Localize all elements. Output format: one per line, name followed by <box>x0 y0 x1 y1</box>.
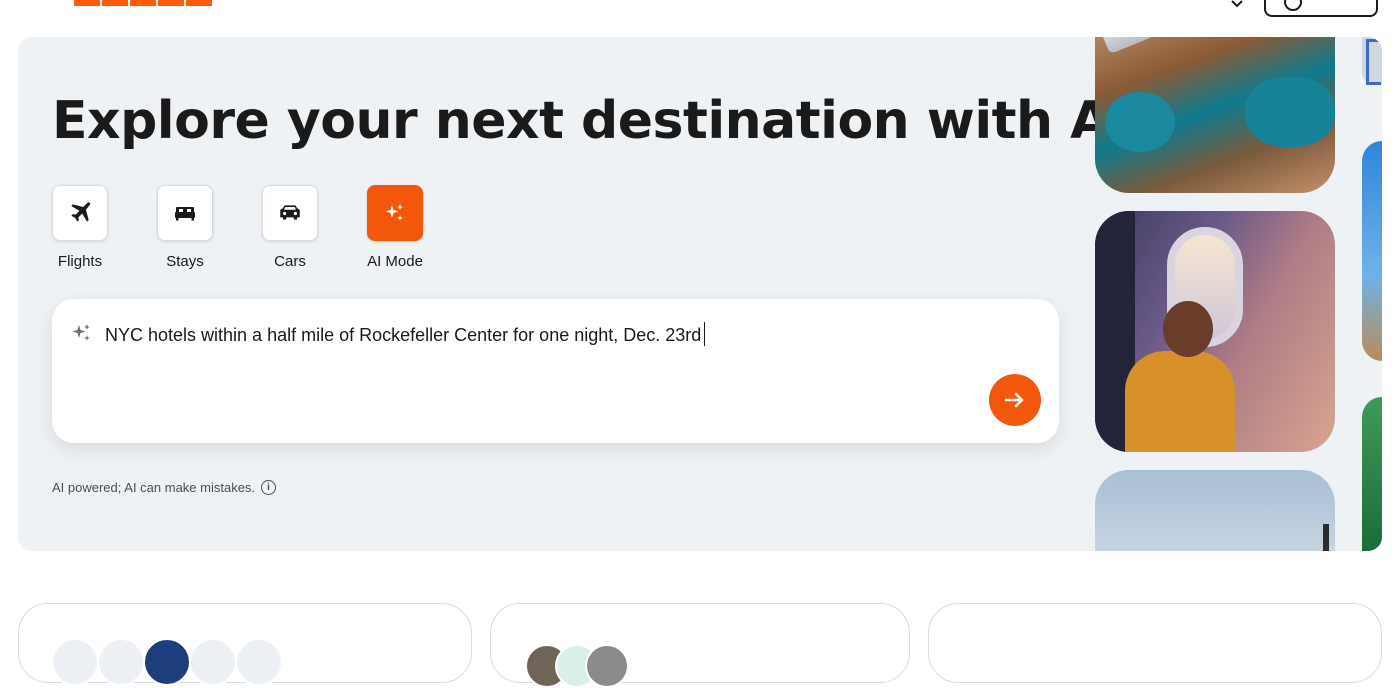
page-title: Explore your next destination with AI. <box>52 91 1149 151</box>
sparkle-icon <box>72 324 90 341</box>
brand-logo[interactable] <box>74 0 212 6</box>
tab-cars-label: Cars <box>274 253 306 270</box>
airplane-icon <box>71 202 91 222</box>
destination-photo-sky <box>1095 470 1335 551</box>
tab-ai-mode-label: AI Mode <box>367 253 423 270</box>
avatar <box>189 638 237 686</box>
search-mode-tabs: Flights Stays Cars AI Mode <box>52 185 423 270</box>
chevron-down-icon[interactable] <box>1230 0 1244 11</box>
text-caret <box>704 322 706 346</box>
avatar <box>143 638 191 686</box>
avatar <box>235 638 283 686</box>
sparkle-icon <box>385 204 403 221</box>
car-icon <box>280 205 300 220</box>
avatar <box>585 644 629 688</box>
ai-disclaimer: AI powered; AI can make mistakes. i <box>52 480 277 495</box>
submit-search-button[interactable] <box>989 374 1041 426</box>
ai-search-box[interactable]: NYC hotels within a half mile of Rockefe… <box>52 299 1059 443</box>
info-card[interactable] <box>18 603 472 686</box>
avatar <box>97 638 145 686</box>
destination-photo-child-window <box>1095 211 1335 452</box>
photo-strip-right <box>1362 37 1382 551</box>
tab-stays-label: Stays <box>166 253 204 270</box>
hero-panel: Explore your next destination with AI. F… <box>18 37 1382 551</box>
tab-flights[interactable]: Flights <box>52 185 108 270</box>
info-icon[interactable]: i <box>261 480 277 495</box>
tab-stays[interactable]: Stays <box>157 185 213 270</box>
avatar <box>51 638 99 686</box>
tab-cars[interactable]: Cars <box>262 185 318 270</box>
avatar-group <box>51 638 283 686</box>
avatar-group <box>525 644 629 688</box>
user-icon <box>1284 0 1302 11</box>
sign-in-button[interactable] <box>1264 0 1378 17</box>
tab-ai-mode[interactable]: AI Mode <box>367 185 423 270</box>
disclaimer-text: AI powered; AI can make mistakes. <box>52 480 256 495</box>
bed-icon <box>175 207 195 221</box>
info-card[interactable] <box>490 603 910 688</box>
arrow-right-icon <box>1004 392 1024 408</box>
search-input[interactable]: NYC hotels within a half mile of Rockefe… <box>105 322 706 346</box>
destination-photo-aerial <box>1095 37 1335 193</box>
top-right-controls <box>1230 0 1378 17</box>
tab-flights-label: Flights <box>57 253 103 270</box>
info-card[interactable] <box>928 603 1382 683</box>
